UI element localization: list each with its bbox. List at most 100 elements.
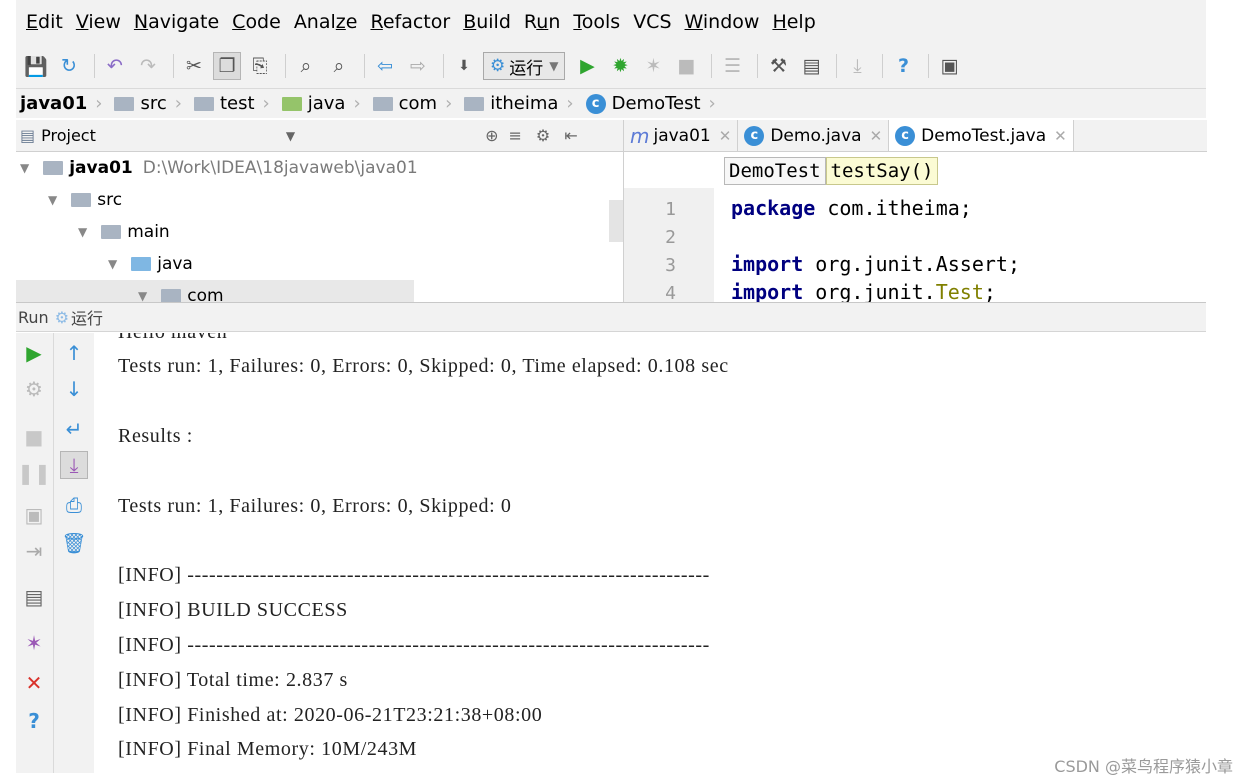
- collapse-icon[interactable]: ≡: [509, 126, 522, 145]
- toolbar-separator: [711, 54, 713, 78]
- menu-analyze[interactable]: Analze: [294, 11, 358, 33]
- folder-icon: [193, 96, 214, 111]
- menu-view-mnemonic: V: [75, 11, 89, 33]
- code-text[interactable]: import org.junit.Assert;: [731, 252, 1020, 276]
- tree-item-java01[interactable]: ▼ java01 D:\Work\IDEA\18javaweb\java01: [16, 152, 623, 184]
- layout-icon[interactable]: ▤: [20, 583, 48, 611]
- structure-method[interactable]: testSay(): [825, 157, 939, 185]
- menu-build[interactable]: Build: [463, 11, 511, 33]
- toolbar-separator: [94, 54, 95, 78]
- menu-window-mnemonic: W: [684, 11, 703, 33]
- redo-icon[interactable]: ↷: [134, 52, 162, 80]
- hide-panel-icon[interactable]: ⇤: [564, 126, 577, 145]
- soft-wrap-icon[interactable]: ↵: [60, 415, 88, 443]
- pause-icon[interactable]: ❚❚: [17, 459, 51, 487]
- stop-icon[interactable]: ■: [20, 423, 48, 451]
- vcs-icon[interactable]: ▣: [935, 52, 963, 80]
- paste-icon[interactable]: ⎘: [246, 52, 274, 80]
- tree-scrollbar[interactable]: [609, 200, 623, 242]
- close-icon[interactable]: ✕: [20, 669, 48, 697]
- expand-arrow-icon[interactable]: ▼: [138, 289, 147, 302]
- sdk-icon[interactable]: ▤: [797, 52, 825, 80]
- settings-icon[interactable]: ⚒: [764, 52, 792, 80]
- coverage-icon[interactable]: ✶: [639, 52, 667, 80]
- code-text[interactable]: package com.itheima;: [731, 196, 972, 220]
- close-icon[interactable]: ✕: [1054, 127, 1067, 145]
- tree-item-main[interactable]: ▼ main: [16, 216, 623, 248]
- menu-tools[interactable]: Tools: [573, 11, 620, 33]
- tab-demotest-java[interactable]: c DemoTest.java ✕: [889, 120, 1074, 151]
- tab-demo-java[interactable]: c Demo.java ✕: [738, 120, 890, 151]
- help-icon[interactable]: ?: [889, 52, 917, 80]
- close-icon[interactable]: ✕: [719, 127, 732, 145]
- breadcrumb-item[interactable]: c DemoTest ›: [582, 93, 724, 114]
- gear-icon[interactable]: ⚙: [536, 126, 550, 145]
- run-console[interactable]: Hello maven Tests run: 1, Failures: 0, E…: [94, 333, 1207, 773]
- run-config-tab[interactable]: 运行: [71, 305, 103, 329]
- expand-arrow-icon[interactable]: ▼: [48, 193, 57, 207]
- project-view-selector[interactable]: Project: [41, 126, 96, 145]
- rerun-failed-icon[interactable]: ⚙: [20, 375, 48, 403]
- find-icon[interactable]: ⌕: [292, 52, 320, 80]
- menu-code[interactable]: Code: [232, 11, 281, 33]
- chevron-down-icon[interactable]: ▼: [286, 129, 295, 143]
- down-arrow-icon[interactable]: ↓: [60, 375, 88, 403]
- save-all-icon[interactable]: 💾: [22, 52, 50, 80]
- menu-edit[interactable]: Edit: [26, 11, 63, 33]
- rerun-icon[interactable]: ▶: [20, 339, 48, 367]
- annotation-text: Test: [935, 280, 984, 302]
- breadcrumb-item[interactable]: test ›: [190, 93, 278, 114]
- back-icon[interactable]: ⇦: [371, 52, 399, 80]
- breadcrumb-label: DemoTest: [611, 93, 701, 114]
- expand-arrow-icon[interactable]: ▼: [20, 161, 29, 175]
- tree-item-src[interactable]: ▼ src: [16, 184, 623, 216]
- breadcrumb-label: java: [307, 93, 346, 114]
- menu-navigate[interactable]: Navigate: [134, 11, 219, 33]
- undo-icon[interactable]: ↶: [101, 52, 129, 80]
- structure-class[interactable]: DemoTest: [724, 157, 826, 185]
- trash-icon[interactable]: 🗑: [60, 529, 88, 557]
- cut-icon[interactable]: ✂: [180, 52, 208, 80]
- project-structure-icon[interactable]: ☰: [718, 52, 746, 80]
- copy-icon[interactable]: ❐: [213, 52, 241, 80]
- sync-icon[interactable]: ↻: [55, 52, 83, 80]
- menu-view[interactable]: View: [76, 11, 121, 33]
- scroll-to-end-icon[interactable]: ⤓: [60, 451, 88, 479]
- expand-arrow-icon[interactable]: ▼: [78, 225, 87, 239]
- pin-icon[interactable]: ✶: [20, 629, 48, 657]
- breadcrumb-item[interactable]: itheima ›: [460, 93, 581, 114]
- package-icon: [464, 96, 485, 111]
- close-icon[interactable]: ✕: [870, 127, 883, 145]
- download-icon[interactable]: ⤓: [843, 52, 871, 80]
- help-icon[interactable]: ?: [20, 707, 48, 735]
- up-arrow-icon[interactable]: ↑: [60, 339, 88, 367]
- run-icon[interactable]: ▶: [573, 52, 601, 80]
- forward-icon[interactable]: ⇨: [404, 52, 432, 80]
- breadcrumb-item[interactable]: src ›: [110, 93, 189, 114]
- run-config-selector[interactable]: ⚙ 运行 ▼: [483, 52, 566, 80]
- console-line: [INFO] BUILD SUCCESS: [118, 599, 348, 621]
- breadcrumb-item[interactable]: com ›: [369, 93, 461, 114]
- tree-item-com[interactable]: ▼ com: [16, 280, 414, 302]
- stop-icon[interactable]: ■: [672, 52, 700, 80]
- build-icon[interactable]: ⬇: [450, 52, 478, 80]
- menu-help[interactable]: Help: [772, 11, 815, 33]
- camera-icon[interactable]: ▣: [20, 501, 48, 529]
- code-text[interactable]: import org.junit.Test;: [731, 280, 996, 302]
- print-icon[interactable]: ⎙: [60, 491, 88, 519]
- menu-vcs[interactable]: VCS: [633, 11, 671, 33]
- replace-icon[interactable]: ⌕: [325, 52, 353, 80]
- code-editor[interactable]: DemoTest testSay() 1 package com.itheima…: [623, 152, 1207, 302]
- menu-run[interactable]: Run: [524, 11, 560, 33]
- breadcrumb-item[interactable]: java ›: [278, 93, 369, 114]
- exit-icon[interactable]: ⇥: [20, 537, 48, 565]
- breadcrumb-item[interactable]: java01 ›: [16, 93, 110, 114]
- menu-window[interactable]: Window: [685, 11, 760, 33]
- run-toolbar-left: ▶ ⚙ ■ ❚❚ ▣ ⇥ ▤ ✶ ✕ ?: [16, 333, 54, 773]
- tree-item-java[interactable]: ▼ java: [16, 248, 623, 280]
- expand-arrow-icon[interactable]: ▼: [108, 257, 117, 271]
- debug-icon[interactable]: ✹: [606, 52, 634, 80]
- menu-refactor[interactable]: Refactor: [370, 11, 450, 33]
- tab-java01[interactable]: m java01 ✕: [624, 120, 739, 151]
- locate-icon[interactable]: ⊕: [485, 126, 498, 145]
